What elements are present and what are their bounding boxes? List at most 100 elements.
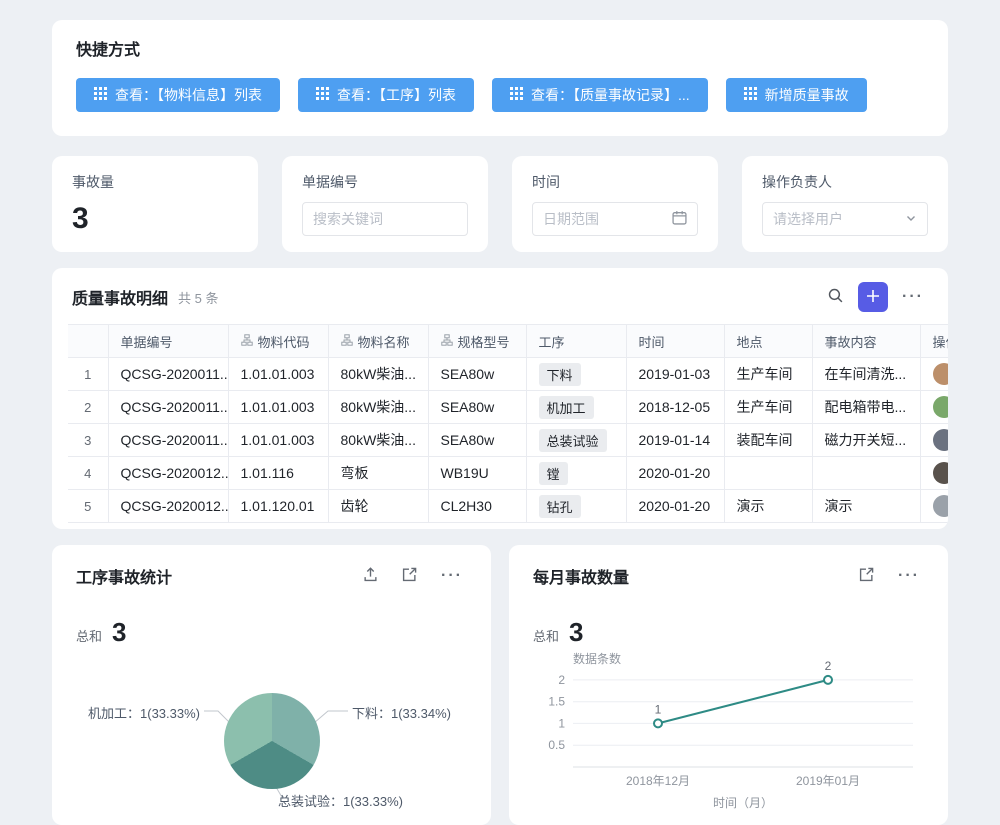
process-pie-card: 工序事故统计 ··· 总和 3	[52, 545, 491, 825]
svg-text:数据条数: 数据条数	[573, 651, 621, 666]
table-search-button[interactable]	[823, 283, 848, 311]
grid-icon	[744, 87, 757, 103]
cell-content: 在车间清洗...	[812, 358, 920, 391]
line-more-button[interactable]: ···	[894, 564, 924, 588]
cell-date: 2018-12-05	[626, 391, 724, 424]
cell-process: 机加工	[526, 391, 626, 424]
add-record-button[interactable]	[858, 282, 888, 312]
shortcut-button-label: 查看：【质量事故记录】...	[531, 85, 690, 105]
cell-doc: QCSG-2020012...	[108, 457, 228, 490]
dashboard-page: 快捷方式 查看：【物料信息】列表查看：【工序】列表查看：【质量事故记录】...新…	[0, 0, 1000, 825]
cell-row-number: 2	[68, 391, 108, 424]
column-header-process[interactable]: 工序	[526, 325, 626, 358]
pie-graphic[interactable]	[224, 693, 320, 789]
column-header-avatar[interactable]: 操作负责人	[920, 325, 948, 358]
line-chart: 数据条数21.510.5122018年12月2019年01月时间（月）	[533, 649, 925, 811]
svg-text:2019年01月: 2019年01月	[796, 774, 860, 788]
pie-more-button[interactable]: ···	[437, 564, 467, 588]
column-header-name[interactable]: 物料名称	[328, 325, 428, 358]
cell-date: 2019-01-03	[626, 358, 724, 391]
process-tag: 下料	[539, 363, 581, 386]
sitemap-icon	[341, 334, 353, 349]
shortcut-button-label: 查看：【工序】列表	[337, 85, 456, 105]
table-row[interactable]: 4QCSG-2020012...1.01.116弯板WB19U镗2020-01-…	[68, 457, 948, 490]
cell-name: 齿轮	[328, 490, 428, 523]
cell-code: 1.01.01.003	[228, 391, 328, 424]
pie-total-row: 总和 3	[76, 617, 467, 647]
accident-count-value: 3	[72, 202, 238, 236]
accident-table: 单据编号物料代码物料名称规格型号工序时间地点事故内容操作负责人1QCSG-202…	[68, 324, 948, 523]
column-header-content[interactable]: 事故内容	[812, 325, 920, 358]
user-select-placeholder: 请选择用户	[773, 209, 843, 229]
column-header-doc[interactable]: 单据编号	[108, 325, 228, 358]
cell-date: 2020-01-20	[626, 490, 724, 523]
cell-place	[724, 457, 812, 490]
pie-card-header: 工序事故统计 ···	[76, 563, 467, 589]
grid-icon	[510, 87, 523, 103]
cell-avatar	[920, 457, 948, 490]
date-range-placeholder: 日期范围	[543, 209, 599, 229]
line-card-title: 每月事故数量	[533, 564, 839, 588]
avatar[interactable]	[933, 396, 949, 418]
doc-no-filter-card: 单据编号	[282, 156, 488, 252]
pie-slice-label-right: 下料：1(33.34%)	[352, 703, 451, 722]
cell-process: 钻孔	[526, 490, 626, 523]
user-select[interactable]: 请选择用户	[762, 202, 928, 236]
pie-slice-label-left: 机加工：1(33.33%)	[76, 703, 200, 722]
cell-code: 1.01.01.003	[228, 424, 328, 457]
external-link-icon	[859, 567, 874, 585]
pie-export-button[interactable]	[359, 563, 382, 589]
doc-no-search-input[interactable]	[302, 202, 468, 236]
column-header-place[interactable]: 地点	[724, 325, 812, 358]
shortcut-button-label: 新增质量事故	[765, 85, 849, 105]
pie-slice-label-bottom: 总装试验：1(33.33%)	[278, 791, 403, 810]
time-label: 时间	[532, 172, 698, 192]
table-row[interactable]: 3QCSG-2020011...1.01.01.00380kW柴油...SEA8…	[68, 424, 948, 457]
time-filter-card: 时间 日期范围	[512, 156, 718, 252]
cell-place: 装配车间	[724, 424, 812, 457]
cell-content: 配电箱带电...	[812, 391, 920, 424]
pie-total-value: 3	[112, 617, 126, 648]
cell-name: 80kW柴油...	[328, 358, 428, 391]
cell-process: 镗	[526, 457, 626, 490]
cell-row-number: 3	[68, 424, 108, 457]
search-icon	[827, 287, 844, 307]
line-open-button[interactable]	[855, 563, 878, 589]
cell-name: 80kW柴油...	[328, 391, 428, 424]
charts-row: 工序事故统计 ··· 总和 3	[52, 545, 948, 825]
shortcut-button-3[interactable]: 查看：【质量事故记录】...	[492, 78, 708, 112]
sitemap-icon	[441, 334, 453, 349]
cell-code: 1.01.116	[228, 457, 328, 490]
date-range-input[interactable]: 日期范围	[532, 202, 698, 236]
table-row[interactable]: 5QCSG-2020012...1.01.120.01齿轮CL2H30钻孔202…	[68, 490, 948, 523]
column-header-no[interactable]	[68, 325, 108, 358]
table-row[interactable]: 1QCSG-2020011...1.01.01.00380kW柴油...SEA8…	[68, 358, 948, 391]
cell-spec: WB19U	[428, 457, 526, 490]
table-more-button[interactable]: ···	[898, 285, 928, 309]
table-row[interactable]: 2QCSG-2020011...1.01.01.00380kW柴油...SEA8…	[68, 391, 948, 424]
avatar[interactable]	[933, 363, 949, 385]
shortcut-button-1[interactable]: 查看：【物料信息】列表	[76, 78, 280, 112]
column-header-code[interactable]: 物料代码	[228, 325, 328, 358]
shortcut-button-4[interactable]: 新增质量事故	[726, 78, 867, 112]
avatar[interactable]	[933, 495, 949, 517]
column-header-spec[interactable]: 规格型号	[428, 325, 526, 358]
line-total-row: 总和 3	[533, 617, 924, 647]
cell-process: 下料	[526, 358, 626, 391]
cell-spec: SEA80w	[428, 424, 526, 457]
cell-content: 演示	[812, 490, 920, 523]
avatar[interactable]	[933, 462, 949, 484]
line-card-header: 每月事故数量 ···	[533, 563, 924, 589]
cell-row-number: 5	[68, 490, 108, 523]
shortcut-button-label: 查看：【物料信息】列表	[115, 85, 262, 105]
shortcuts-card: 快捷方式 查看：【物料信息】列表查看：【工序】列表查看：【质量事故记录】...新…	[52, 20, 948, 136]
external-link-icon	[402, 567, 417, 585]
pie-open-button[interactable]	[398, 563, 421, 589]
shortcut-button-2[interactable]: 查看：【工序】列表	[298, 78, 474, 112]
column-header-date[interactable]: 时间	[626, 325, 724, 358]
cell-avatar	[920, 490, 948, 523]
sitemap-icon	[241, 334, 253, 349]
avatar[interactable]	[933, 429, 949, 451]
process-tag: 总装试验	[539, 429, 607, 452]
doc-no-label: 单据编号	[302, 172, 468, 192]
